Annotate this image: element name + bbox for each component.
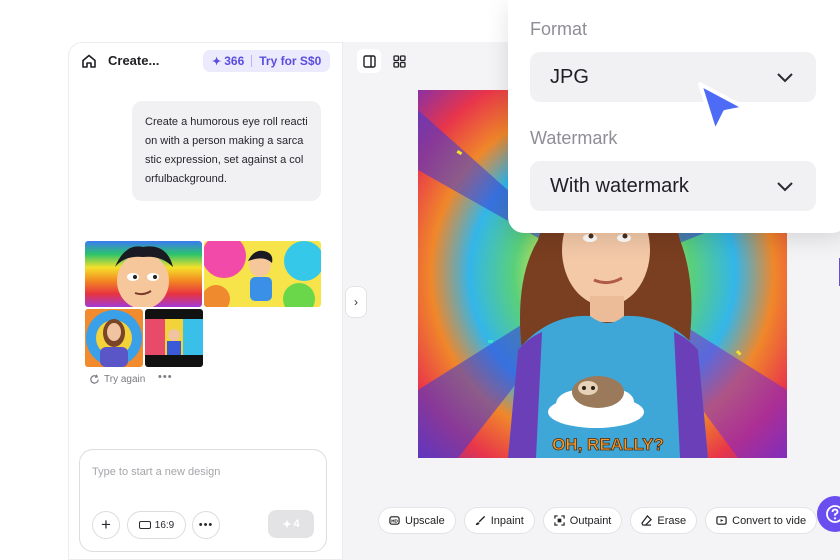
eraser-icon [641, 515, 653, 526]
sparkle-icon: ✦ [282, 518, 292, 531]
credits-count: 366 [224, 54, 245, 68]
result-thumbnail-2[interactable] [204, 241, 321, 307]
format-label: Format [530, 19, 588, 39]
erase-button[interactable]: Erase [630, 507, 698, 534]
result-thumbnail-1[interactable] [85, 241, 202, 307]
watermark-dropdown[interactable]: With watermark [530, 161, 816, 211]
aspect-ratio-button[interactable]: 16:9 [127, 511, 186, 539]
chat-header: Create... ✦ 366 Try for S$0 [69, 43, 343, 79]
svg-text:HD: HD [391, 519, 398, 524]
watermark-value: With watermark [550, 174, 689, 197]
chevron-down-icon [777, 73, 793, 83]
video-icon [716, 516, 727, 525]
plus-icon: + [101, 515, 111, 534]
prompt-bubble: Create a humorous eye roll reaction with… [132, 101, 321, 201]
dots-icon: ••• [198, 519, 214, 531]
format-dropdown[interactable]: JPG [530, 52, 816, 102]
inpaint-label: Inpaint [490, 514, 524, 527]
more-button[interactable]: ••• [192, 511, 220, 539]
add-button[interactable]: + [92, 511, 120, 539]
aspect-ratio-icon [138, 521, 151, 529]
brush-icon [475, 515, 485, 526]
sparkle-icon: ✦ [212, 55, 222, 68]
try-free-link[interactable]: Try for S$0 [259, 54, 321, 68]
try-again-label: Try again [104, 374, 146, 385]
credits-pill[interactable]: ✦ 366 Try for S$0 [203, 50, 331, 72]
inpaint-button[interactable]: Inpaint [463, 507, 535, 534]
panel-icon [362, 54, 376, 68]
cursor-pointer-icon [698, 82, 747, 134]
refresh-icon [90, 374, 99, 384]
chevron-right-icon: › [354, 295, 358, 309]
result-thumbnail-4[interactable] [145, 309, 203, 367]
chevron-down-icon [777, 182, 793, 192]
download-settings-popup: Format JPG Watermark With watermark [508, 0, 840, 233]
composer[interactable]: Type to start a new design + 16:9 ••• ✦ … [79, 449, 327, 552]
home-icon[interactable] [81, 53, 97, 69]
generate-cost: 4 [293, 518, 300, 530]
grid-icon [392, 54, 406, 68]
convert-to-video-label: Convert to vide [732, 514, 807, 527]
action-bar: HD Upscale Inpaint Outpaint Erase Conver… [378, 507, 818, 534]
pill-divider [251, 55, 253, 67]
outpaint-button[interactable]: Outpaint [542, 507, 623, 534]
upscale-icon: HD [389, 516, 400, 525]
outpaint-icon [554, 515, 565, 526]
help-icon [826, 505, 840, 523]
composer-placeholder[interactable]: Type to start a new design [92, 466, 220, 478]
convert-to-video-button[interactable]: Convert to vide [705, 507, 818, 534]
upscale-label: Upscale [405, 514, 445, 527]
watermark-label: Watermark [530, 128, 618, 148]
aspect-ratio-label: 16:9 [154, 519, 175, 531]
result-thumbnail-3[interactable] [85, 309, 143, 367]
collapse-panel-button[interactable]: › [345, 286, 367, 318]
outpaint-label: Outpaint [569, 514, 612, 527]
format-value: JPG [550, 65, 589, 88]
shirt-text: OH, REALLY? [552, 435, 664, 454]
chat-panel: Create... ✦ 366 Try for S$0 Create a hum… [68, 42, 342, 560]
upscale-button[interactable]: HD Upscale [378, 507, 456, 534]
grid-view-button[interactable] [387, 49, 411, 73]
generate-button[interactable]: ✦ 4 [268, 510, 314, 538]
panel-view-button[interactable] [357, 49, 381, 73]
try-again-button[interactable]: Try again [89, 374, 145, 385]
more-options-icon[interactable]: ••• [158, 371, 173, 383]
project-title[interactable]: Create... [108, 53, 159, 68]
erase-label: Erase [657, 514, 687, 527]
